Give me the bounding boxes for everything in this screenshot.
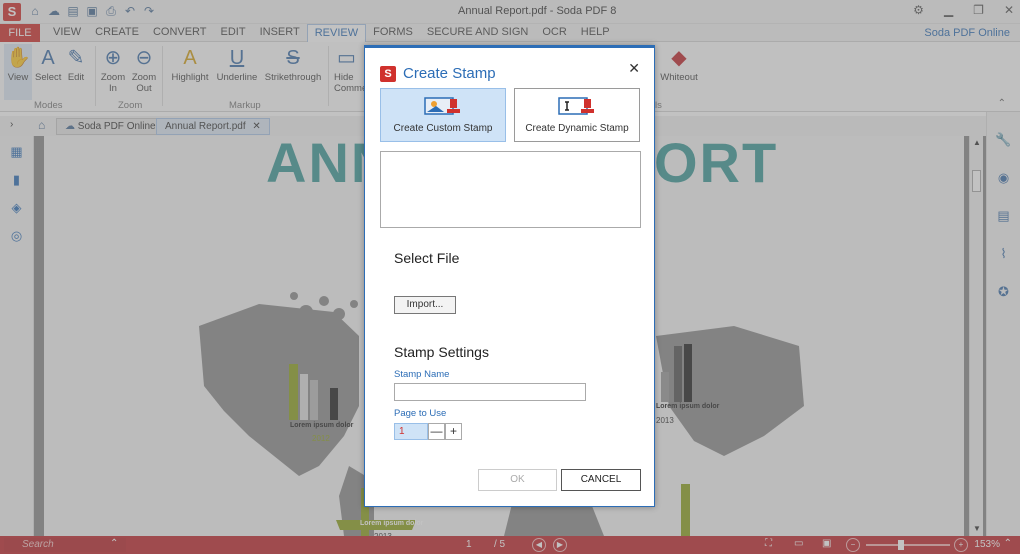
custom-stamp-icon — [424, 97, 460, 115]
page-increment-button[interactable]: + — [445, 423, 462, 440]
cancel-button[interactable]: CANCEL — [561, 469, 641, 491]
stamp-preview-box — [380, 151, 641, 228]
import-button[interactable]: Import... — [394, 296, 456, 314]
stamp-name-input[interactable] — [394, 383, 586, 401]
stamp-settings-heading: Stamp Settings — [394, 344, 489, 360]
dynamic-stamp-icon — [558, 97, 594, 115]
create-stamp-dialog: S Create Stamp ✕ Create Custom Stamp Cre… — [364, 45, 655, 507]
stamp-name-label: Stamp Name — [394, 369, 450, 380]
dialog-logo: S — [380, 66, 396, 82]
select-file-heading: Select File — [394, 250, 460, 266]
page-to-use-label: Page to Use — [394, 408, 447, 419]
create-dynamic-stamp-button[interactable]: Create Dynamic Stamp — [514, 88, 640, 142]
page-decrement-button[interactable]: — — [428, 423, 445, 440]
page-to-use-input[interactable]: 1 — [394, 423, 428, 440]
ok-button[interactable]: OK — [478, 469, 557, 491]
dialog-close-icon[interactable]: ✕ — [628, 60, 640, 77]
create-custom-stamp-button[interactable]: Create Custom Stamp — [380, 88, 506, 142]
dialog-title: Create Stamp — [403, 65, 496, 82]
